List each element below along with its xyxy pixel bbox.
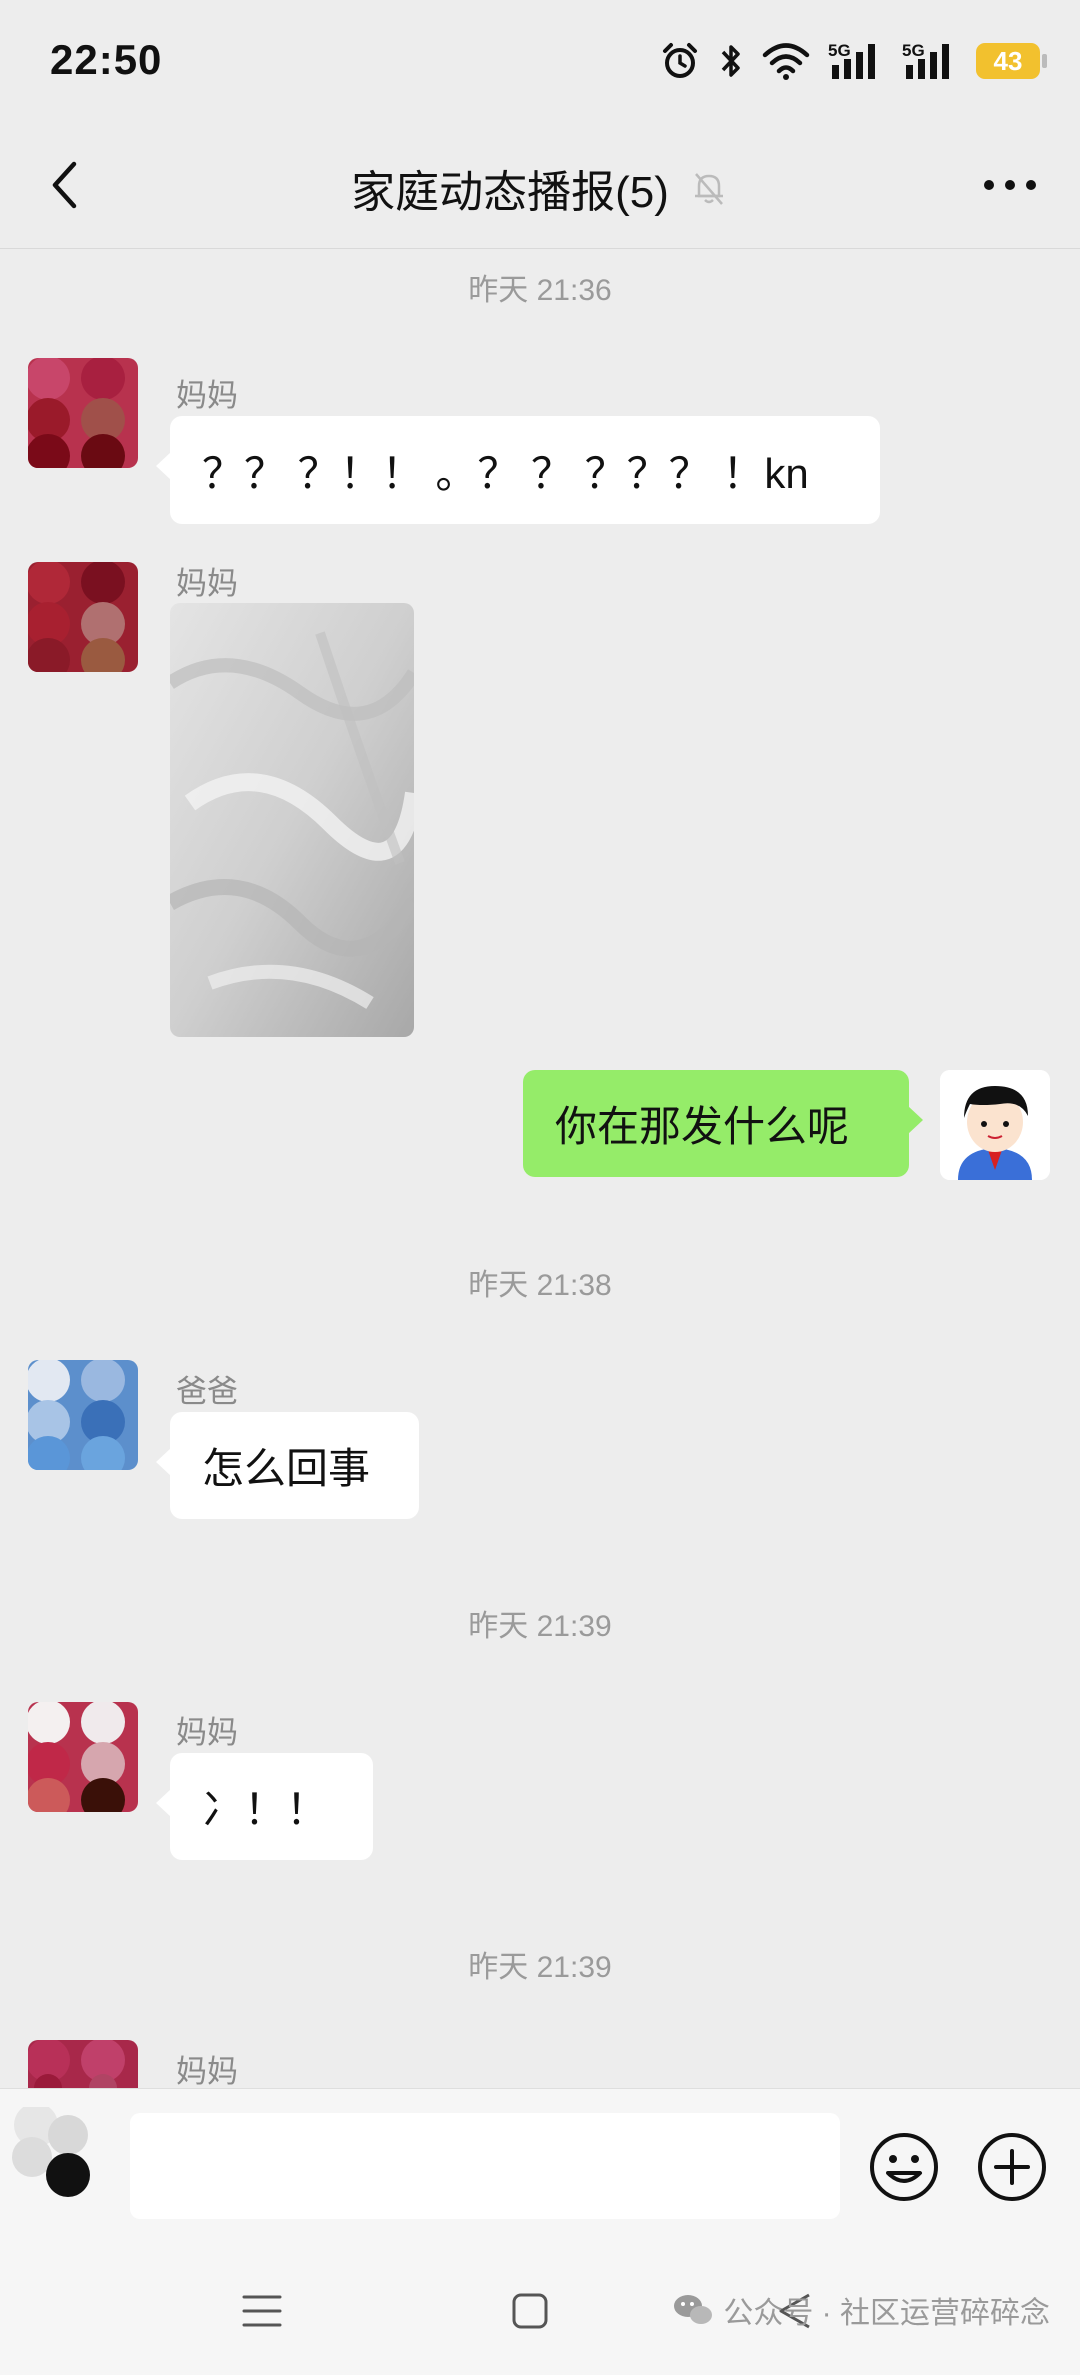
message-bubble[interactable]: ？？ ？！！ 。？ ？ ？？？ ！kn bbox=[156, 416, 880, 524]
my-message-bubble[interactable]: 你在那发什么呢 bbox=[523, 1070, 923, 1177]
avatar-mom[interactable] bbox=[28, 562, 138, 672]
status-time: 22:50 bbox=[50, 36, 163, 83]
status-icons: 5G 5G 43 bbox=[660, 36, 1047, 86]
sender-name: 妈妈 bbox=[176, 1715, 238, 1750]
watermark-text: 公众号 · 社区运营碎碎念 bbox=[723, 2297, 1050, 2330]
emoji-icon bbox=[870, 2133, 938, 2201]
plus-circle-icon bbox=[978, 2133, 1046, 2201]
message-bubble[interactable]: 怎么回事 bbox=[156, 1412, 419, 1519]
avatar-mom[interactable] bbox=[28, 358, 138, 468]
alarm-icon bbox=[663, 43, 697, 78]
signal-5g-2: 5G bbox=[902, 41, 958, 81]
timestamp: 昨天 21:36 bbox=[468, 274, 612, 307]
input-bar bbox=[0, 2088, 1080, 2239]
avatar-mom-overlay bbox=[6, 2103, 116, 2217]
nav-home-button[interactable] bbox=[500, 2286, 560, 2336]
home-square-icon bbox=[512, 2293, 548, 2329]
plus-button[interactable] bbox=[976, 2131, 1048, 2203]
signal-bars-icon bbox=[906, 44, 949, 79]
wechat-icon bbox=[674, 2295, 713, 2324]
wifi-icon bbox=[762, 43, 810, 80]
chat-title: 家庭动态播报(5) bbox=[351, 168, 669, 217]
avatar-me[interactable] bbox=[940, 1070, 1050, 1180]
battery-indicator: 43 bbox=[976, 43, 1047, 79]
sender-name: 妈妈 bbox=[176, 566, 238, 601]
avatar-mom[interactable] bbox=[28, 1702, 138, 1812]
more-options-button[interactable] bbox=[970, 150, 1050, 220]
image-message[interactable] bbox=[170, 603, 414, 1037]
bluetooth-icon bbox=[721, 45, 740, 77]
avatar-dad[interactable] bbox=[28, 1360, 138, 1470]
avatar-mom[interactable] bbox=[28, 2040, 138, 2088]
more-dots-icon bbox=[984, 180, 1036, 190]
signal-bars-icon bbox=[832, 44, 875, 79]
watermark: 公众号 · 社区运营碎碎念 bbox=[673, 2288, 1050, 2332]
chat-title-area: 家庭动态播报(5) bbox=[0, 156, 1080, 220]
signal-5g-1: 5G bbox=[828, 41, 884, 81]
timestamp: 昨天 21:39 bbox=[468, 1951, 612, 1984]
chat-header: 家庭动态播报(5) bbox=[0, 120, 1080, 249]
nav-menu-button[interactable] bbox=[232, 2286, 292, 2336]
emoji-button[interactable] bbox=[868, 2131, 940, 2203]
message-input[interactable] bbox=[130, 2113, 840, 2219]
timestamp: 昨天 21:38 bbox=[468, 1269, 612, 1302]
menu-lines-icon bbox=[242, 2295, 282, 2327]
sender-name: 爸爸 bbox=[176, 1374, 238, 1409]
status-bar: 22:50 5G 5G 43 bbox=[0, 0, 1080, 120]
system-nav-bar: 公众号 · 社区运营碎碎念 bbox=[0, 2238, 1080, 2375]
message-bubble[interactable]: 冫！！ bbox=[156, 1753, 373, 1860]
sender-name: 妈妈 bbox=[176, 378, 238, 413]
mute-bell-icon bbox=[694, 173, 723, 205]
sender-name: 妈妈 bbox=[176, 2054, 238, 2089]
timestamp: 昨天 21:39 bbox=[468, 1610, 612, 1643]
